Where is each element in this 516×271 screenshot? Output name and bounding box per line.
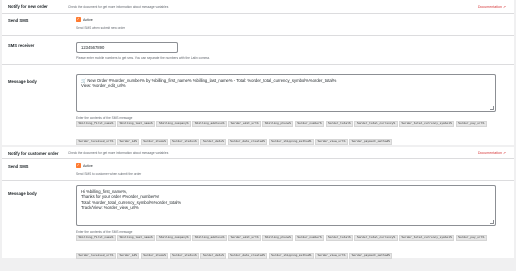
variable-tag[interactable]: %order_date_created%	[227, 253, 268, 260]
divider	[2, 180, 514, 181]
documentation-link[interactable]: Documentation⇗	[478, 151, 506, 155]
send-sms-checkbox[interactable]: ✓	[76, 163, 81, 168]
documentation-link-label: Documentation	[477, 150, 502, 155]
variable-tag[interactable]: %billing_phone%	[262, 121, 294, 128]
send-sms-label: Send SMS	[8, 164, 29, 169]
section-title: Notify for customer order	[8, 150, 59, 156]
external-link-icon: ⇗	[502, 4, 506, 9]
variable-tag[interactable]: %order_total_currency_symbol%	[399, 235, 455, 242]
variable-tag[interactable]: %order_total_currency%	[354, 121, 398, 128]
message-body-textarea[interactable]: 🛒 New Order #%order_number% by %billing_…	[76, 74, 496, 112]
send-sms-help: Send SMS when submit new order	[76, 26, 126, 30]
resize-handle[interactable]	[490, 220, 494, 224]
variable-tag[interactable]: %billing_first_name%	[76, 235, 116, 242]
section-description: Check the document for get more informat…	[68, 5, 169, 9]
variable-tag[interactable]: %order_received_url%	[76, 139, 116, 146]
variable-tag[interactable]: %order_shipping_method%	[268, 253, 314, 260]
variable-tag[interactable]: %order_number%	[294, 121, 325, 128]
variable-tag[interactable]: %order_status%	[169, 253, 200, 260]
variable-tag[interactable]: %order_pay_url%	[455, 121, 487, 128]
variable-tags: %billing_first_name% %billing_last_name%%…	[76, 235, 516, 271]
message-body-textarea[interactable]: Hi %billing_first_name%, Thanks for your…	[76, 185, 496, 226]
variable-tag[interactable]: %billing_first_name%	[76, 121, 116, 128]
send-sms-checkbox[interactable]: ✓	[76, 17, 81, 22]
variable-tag[interactable]: %billing_address%	[192, 235, 227, 242]
variable-tag[interactable]: %order_payment_method%	[349, 139, 393, 146]
variable-tag[interactable]: %order_shipping_method%	[268, 139, 314, 146]
variable-tag[interactable]: %billing_last_name%	[117, 121, 156, 128]
documentation-link[interactable]: Documentation⇗	[478, 5, 506, 9]
variable-tag[interactable]: %billing_last_name%	[117, 235, 156, 242]
divider	[2, 158, 514, 159]
external-link-icon: ⇗	[502, 150, 506, 155]
variable-tag[interactable]: %billing_company%	[156, 235, 191, 242]
customer-order-header: Notify for customer order Check the docu…	[2, 147, 514, 158]
variable-tag[interactable]: %order_total%	[325, 121, 354, 128]
variable-tag[interactable]: %order_total_currency%	[354, 235, 398, 242]
message-body-help: Enter the contents of the SMS message	[76, 230, 133, 234]
variable-tag[interactable]: %order_items%	[140, 139, 169, 146]
message-body-help: Enter the contents of the SMS message	[76, 116, 133, 120]
variable-tag[interactable]: %order_status%	[169, 139, 200, 146]
customer-order-section: Notify for customer order Check the docu…	[2, 147, 514, 260]
variable-tag[interactable]: %order_received_url%	[76, 253, 116, 260]
variable-tag[interactable]: %order_date_created%	[227, 139, 268, 146]
message-line: View: %order_edit_url%	[81, 83, 126, 89]
divider	[2, 13, 514, 14]
variable-tag[interactable]: %order_id%	[117, 139, 140, 146]
variable-tag[interactable]: %order_payment_method%	[349, 253, 393, 260]
message-body-label: Message body	[8, 79, 37, 84]
new-order-header: Notify for new order Check the document …	[2, 0, 514, 13]
sms-receiver-help: Please enter mobile numbers to get sms. …	[76, 56, 210, 60]
documentation-link-label: Documentation	[477, 4, 502, 9]
variable-tag[interactable]: %order_id%	[117, 253, 140, 260]
divider	[2, 35, 514, 36]
variable-tag[interactable]: %order_total_currency_symbol%	[399, 121, 455, 128]
section-title: Notify for new order	[8, 4, 48, 9]
variable-tag[interactable]: %billing_company%	[156, 121, 191, 128]
variable-tag[interactable]: %order_view_url%	[315, 139, 348, 146]
message-line: Track/View: %order_view_url%	[81, 205, 139, 211]
variable-tag[interactable]: %order_date%	[200, 253, 227, 260]
variable-tag[interactable]: %order_view_url%	[315, 253, 348, 260]
variable-tag[interactable]: %order_total%	[325, 235, 354, 242]
variable-tag[interactable]: %order_pay_url%	[455, 235, 487, 242]
resize-handle[interactable]	[490, 106, 494, 110]
variable-tag[interactable]: %billing_phone%	[262, 235, 294, 242]
message-body-label: Message body	[8, 191, 37, 196]
variable-tag[interactable]: %order_date%	[200, 139, 227, 146]
section-description: Check the document for get more informat…	[68, 151, 169, 155]
variable-tag[interactable]: %order_edit_url%	[228, 235, 261, 242]
new-order-section: Notify for new order Check the document …	[2, 0, 514, 146]
send-sms-help: Send SMS to customer when submit the ord…	[76, 172, 142, 176]
send-sms-label: Send SMS	[8, 18, 29, 23]
variable-tag[interactable]: %order_edit_url%	[228, 121, 261, 128]
variable-tag[interactable]: %order_items%	[140, 253, 169, 260]
send-sms-checkbox-label: Active	[83, 163, 93, 168]
send-sms-checkbox-label: Active	[83, 17, 93, 22]
divider	[2, 64, 514, 65]
sms-receiver-label: SMS receiver	[8, 43, 35, 48]
sms-receiver-input[interactable]: 1234567890	[76, 42, 178, 53]
variable-tag[interactable]: %order_number%	[294, 235, 325, 242]
variable-tag[interactable]: %billing_address%	[192, 121, 227, 128]
